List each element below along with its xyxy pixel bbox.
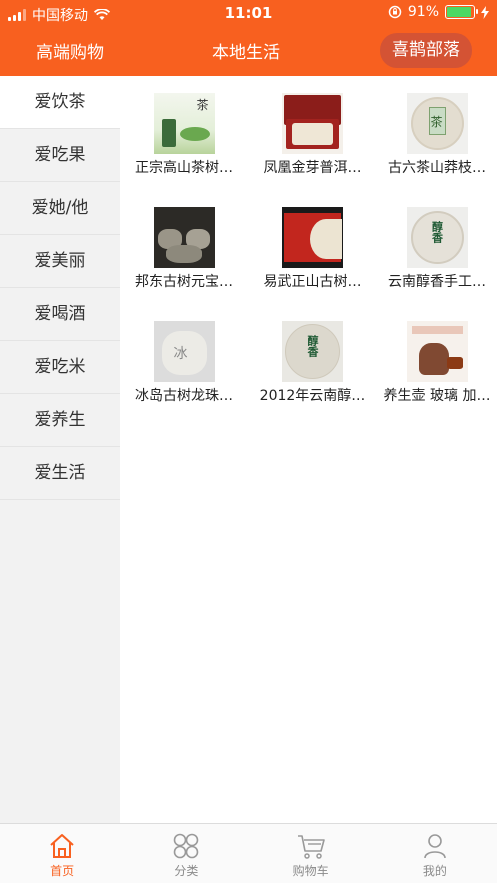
product-item[interactable]: 醇香 2012年云南醇… xyxy=(248,321,377,413)
category-sidebar: 爱饮茶 爱吃果 爱她/他 爱美丽 爱喝酒 爱吃米 爱养生 爱生活 xyxy=(0,76,120,823)
product-item[interactable]: 易武正山古树… xyxy=(248,207,377,299)
nav-local-life[interactable]: 本地生活 xyxy=(212,38,280,63)
product-item[interactable]: 邦东古树元宝… xyxy=(120,207,248,299)
product-name: 正宗高山茶树… xyxy=(135,160,233,176)
product-image: 醇香 xyxy=(282,321,343,382)
product-name: 凤凰金芽普洱… xyxy=(263,160,362,176)
product-name: 邦东古树元宝… xyxy=(135,274,233,290)
product-image: 茶 xyxy=(406,93,468,154)
tab-home[interactable]: 首页 xyxy=(0,824,124,883)
status-right: 91% xyxy=(388,4,489,20)
product-image: 茶 xyxy=(153,93,215,154)
nav-magpie-tribe[interactable]: 喜鹊部落 xyxy=(380,33,472,68)
tab-mine[interactable]: 我的 xyxy=(373,824,497,883)
tab-cart-label: 购物车 xyxy=(292,864,329,878)
tab-home-label: 首页 xyxy=(50,864,75,878)
battery-icon xyxy=(445,5,478,19)
status-bar: 中国移动 11:01 91% xyxy=(0,0,497,26)
sidebar-item-health[interactable]: 爱养生 xyxy=(0,394,120,447)
sidebar-item-gift[interactable]: 爱她/他 xyxy=(0,182,120,235)
product-name: 2012年云南醇… xyxy=(259,388,366,404)
cart-icon xyxy=(297,835,325,859)
tab-mine-label: 我的 xyxy=(422,864,447,878)
product-item[interactable]: 醇香 云南醇香手工… xyxy=(377,207,497,299)
product-name: 古六茶山莽枝… xyxy=(388,160,486,176)
orientation-lock-icon xyxy=(388,5,402,19)
product-content: 茶 正宗高山茶树… 凤凰金芽普洱… 茶 古六茶山莽枝… 邦东古树元宝… 易武正山… xyxy=(120,76,497,823)
tab-category-label: 分类 xyxy=(174,864,199,878)
product-image xyxy=(282,93,343,154)
user-icon xyxy=(424,834,446,859)
product-item[interactable]: 凤凰金芽普洱… xyxy=(248,93,377,185)
product-image xyxy=(406,321,468,382)
tab-cart[interactable]: 购物车 xyxy=(249,824,373,883)
product-image xyxy=(282,207,343,268)
top-nav: 高端购物 本地生活 喜鹊部落 xyxy=(0,26,497,76)
product-name: 养生壶 玻璃 加… xyxy=(383,388,491,404)
product-name: 冰岛古树龙珠… xyxy=(135,388,233,404)
product-name: 云南醇香手工… xyxy=(388,274,486,290)
charging-icon xyxy=(481,5,489,19)
tab-category[interactable]: 分类 xyxy=(124,824,248,883)
sidebar-item-tea[interactable]: 爱饮茶 xyxy=(0,76,120,129)
category-grid-icon xyxy=(174,833,199,859)
sidebar-item-wine[interactable]: 爱喝酒 xyxy=(0,288,120,341)
nav-high-end-shopping[interactable]: 高端购物 xyxy=(36,38,104,63)
sidebar-item-life[interactable]: 爱生活 xyxy=(0,447,120,500)
product-name: 易武正山古树… xyxy=(263,274,362,290)
product-item[interactable]: 茶 古六茶山莽枝… xyxy=(377,93,497,185)
product-image: 冰 xyxy=(153,321,215,382)
sidebar-item-rice[interactable]: 爱吃米 xyxy=(0,341,120,394)
product-item[interactable]: 养生壶 玻璃 加… xyxy=(377,321,497,413)
product-item[interactable]: 茶 正宗高山茶树… xyxy=(120,93,248,185)
top-header: 中国移动 11:01 91% 高端购物 本地生活 喜鹊部落 xyxy=(0,0,497,76)
sidebar-item-beauty[interactable]: 爱美丽 xyxy=(0,235,120,288)
bottom-tab-bar: 首页 分类 购物车 我的 xyxy=(0,823,497,883)
sidebar-item-fruit[interactable]: 爱吃果 xyxy=(0,129,120,182)
product-image xyxy=(153,207,215,268)
product-grid: 茶 正宗高山茶树… 凤凰金芽普洱… 茶 古六茶山莽枝… 邦东古树元宝… 易武正山… xyxy=(120,93,497,413)
product-item[interactable]: 冰 冰岛古树龙珠… xyxy=(120,321,248,413)
home-icon xyxy=(50,834,74,858)
product-image: 醇香 xyxy=(406,207,468,268)
battery-percent: 91% xyxy=(407,4,439,20)
